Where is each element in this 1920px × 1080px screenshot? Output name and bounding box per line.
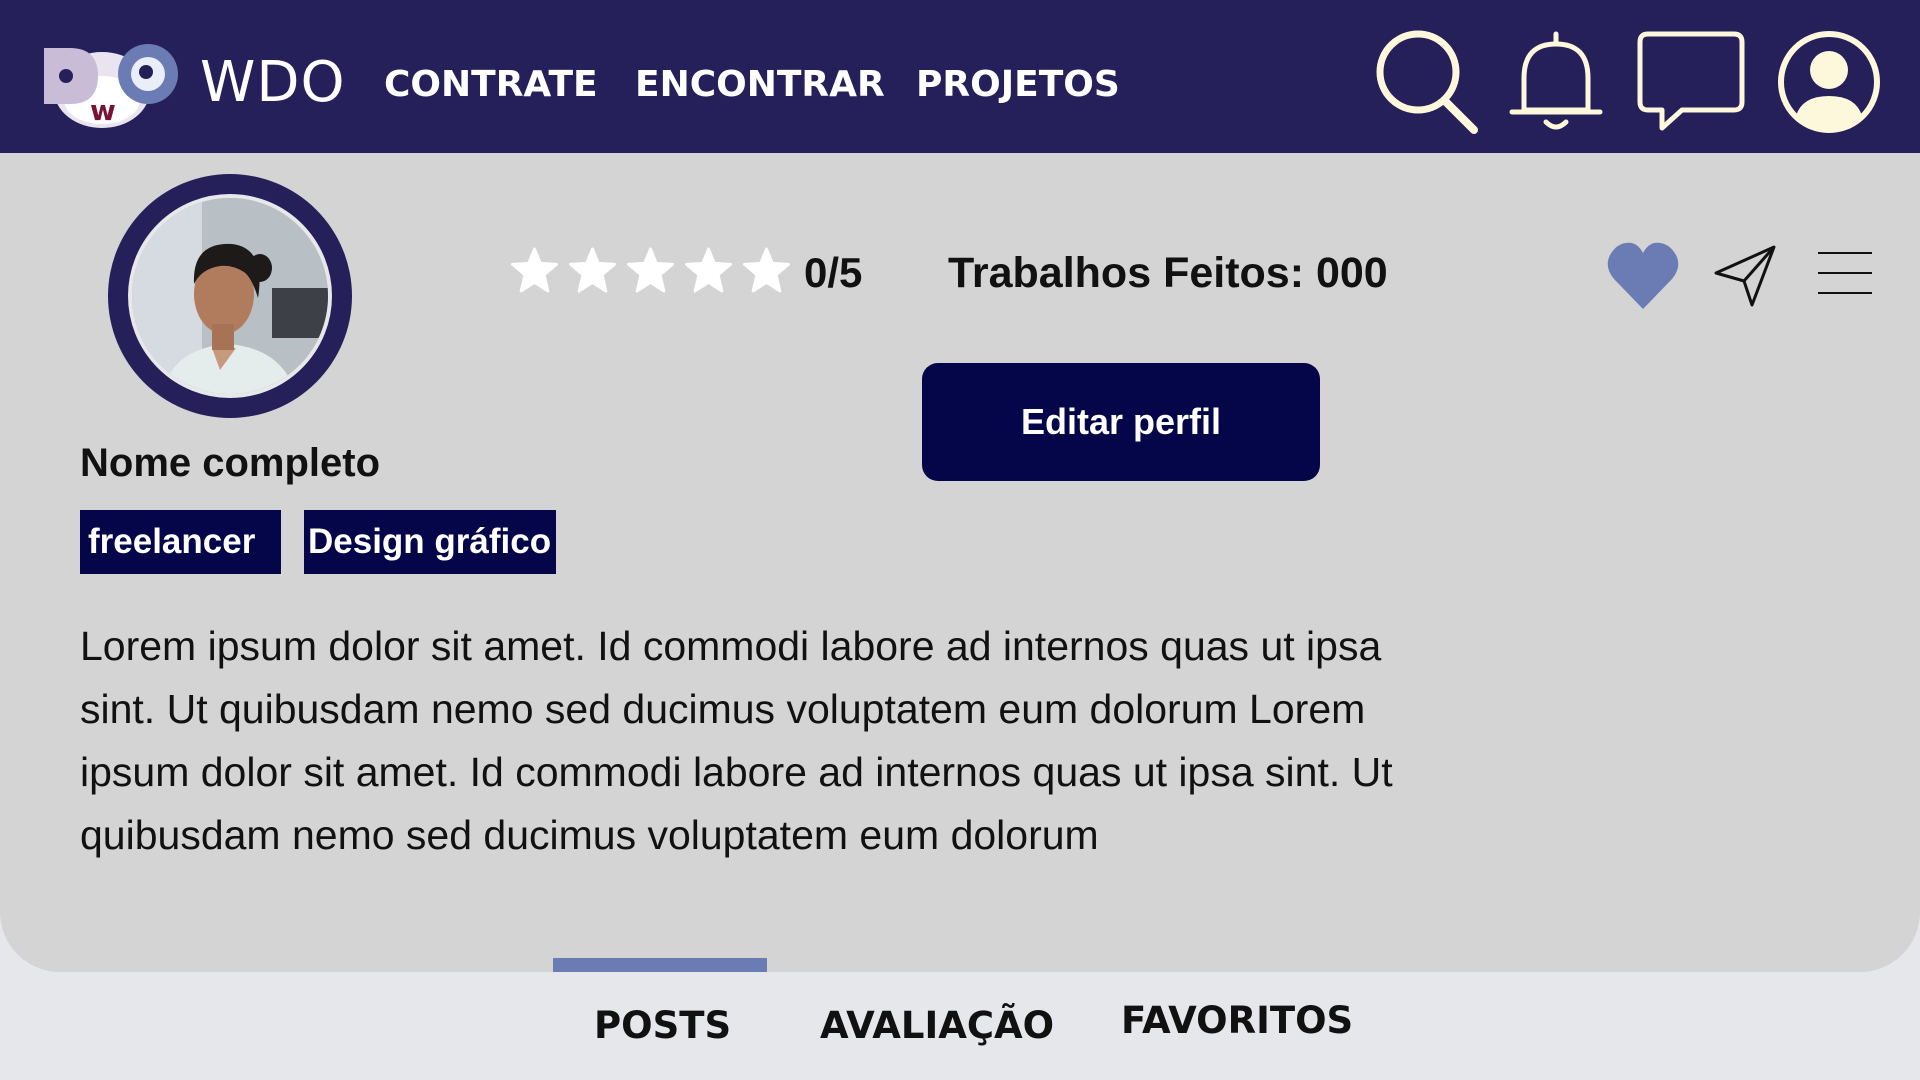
rating-stars[interactable] <box>510 247 791 293</box>
star-icon[interactable] <box>568 247 617 293</box>
active-tab-indicator <box>553 958 767 972</box>
logo[interactable]: w <box>40 42 188 128</box>
avatar-ring <box>108 174 352 418</box>
edit-profile-button[interactable]: Editar perfil <box>922 363 1320 481</box>
top-navbar: w WDO CONTRATE ENCONTRAR PROJETOS <box>0 0 1920 153</box>
profile-photo <box>132 198 328 394</box>
bell-icon[interactable] <box>1506 28 1606 134</box>
profile-card: Nome completo freelancer Design gráfico … <box>0 153 1920 972</box>
chat-icon[interactable] <box>1636 30 1746 134</box>
brand-name[interactable]: WDO <box>200 50 346 115</box>
search-icon[interactable] <box>1372 28 1482 136</box>
nav-link-encontrar[interactable]: ENCONTRAR <box>635 64 885 105</box>
tab-posts[interactable]: POSTS <box>594 1004 731 1047</box>
nav-link-contrate[interactable]: CONTRATE <box>384 64 598 105</box>
avatar[interactable] <box>128 194 332 398</box>
star-icon[interactable] <box>626 247 675 293</box>
tag-design-grafico[interactable]: Design gráfico <box>304 510 556 574</box>
heart-icon[interactable] <box>1606 241 1680 311</box>
send-icon[interactable] <box>1712 243 1778 309</box>
svg-text:w: w <box>90 94 116 127</box>
jobs-done-count: Trabalhos Feitos: 000 <box>948 249 1388 297</box>
tag-freelancer[interactable]: freelancer <box>80 510 281 574</box>
nav-link-projetos[interactable]: PROJETOS <box>916 64 1120 105</box>
star-icon[interactable] <box>684 247 733 293</box>
logo-icon: w <box>44 44 178 128</box>
tab-favoritos[interactable]: FAVORITOS <box>1121 999 1353 1042</box>
user-icon[interactable] <box>1776 30 1882 134</box>
rating-value: 0/5 <box>804 249 863 296</box>
profile-bio: Lorem ipsum dolor sit amet. Id commodi l… <box>80 623 1393 858</box>
full-name: Nome completo <box>80 441 381 485</box>
star-icon[interactable] <box>510 247 559 293</box>
star-icon[interactable] <box>742 247 791 293</box>
tab-avaliacao[interactable]: AVALIAÇÃO <box>820 1004 1054 1047</box>
menu-icon[interactable] <box>1818 249 1872 299</box>
